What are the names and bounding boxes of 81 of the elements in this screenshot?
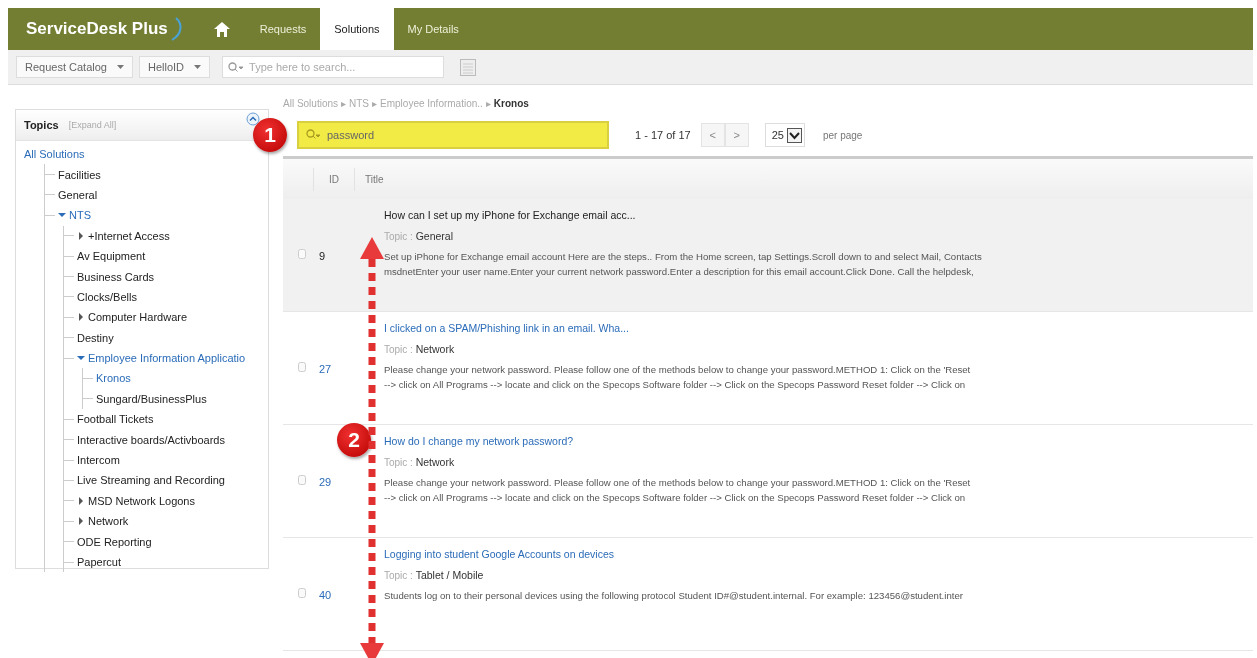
dropdown-button[interactable]: Request Catalog: [16, 56, 133, 78]
description-line: Set up iPhone for Exchange email account Here are the steps.. From the Home screen, tap Settings.Scroll down to and select Mail, Contacts: [384, 250, 982, 264]
tree-item[interactable]: Facilities: [58, 168, 101, 181]
tree-item[interactable]: ODE Reporting: [77, 535, 152, 548]
tree-item[interactable]: Network: [88, 515, 129, 528]
topic-value: General: [415, 230, 454, 242]
tree-item[interactable]: Interactive boards/Activboards: [77, 433, 225, 446]
breadcrumb-current: Kronos: [493, 97, 529, 109]
collapsed-icon[interactable]: [77, 496, 85, 505]
breadcrumb-separator: ▸: [341, 97, 347, 109]
expanded-icon[interactable]: [58, 211, 66, 220]
tree-item[interactable]: Computer Hardware: [88, 311, 188, 324]
per-page-select[interactable]: 25: [764, 123, 805, 147]
solution-id[interactable]: 9: [319, 250, 359, 311]
step-number-badge: 1: [253, 118, 287, 152]
column-header[interactable]: Title: [354, 167, 394, 191]
tree-item[interactable]: +Internet Access: [88, 229, 170, 242]
solution-id[interactable]: 40: [319, 589, 359, 650]
checkbox[interactable]: [297, 362, 307, 372]
tree-item[interactable]: Football Tickets: [77, 413, 154, 426]
panel-title: Topics: [24, 119, 59, 131]
topic-label: Topic :: [384, 344, 414, 355]
tree-item[interactable]: Sungard/BusinessPlus: [96, 392, 207, 405]
column-header[interactable]: ID: [313, 167, 354, 191]
tree-item[interactable]: Intercom: [77, 454, 120, 467]
breadcrumb-separator: ▸: [485, 97, 491, 109]
nav-tab[interactable]: My Details: [393, 8, 473, 50]
nav-tab[interactable]: Solutions: [320, 8, 394, 50]
topic-value: Tablet / Mobile: [415, 569, 484, 581]
checkbox[interactable]: [297, 249, 307, 259]
caret-icon: [116, 65, 124, 69]
topic-label: Topic :: [384, 457, 414, 468]
description-line: --> click on All Programs --> locate and click on the Specops Software folder --> Click on the Specops Password Reset folder --> Click on: [384, 378, 967, 392]
topic-label: Topic :: [384, 570, 414, 581]
tree-item[interactable]: General: [58, 188, 98, 201]
search-field[interactable]: Type here to search...: [222, 56, 445, 78]
caret-icon: [194, 65, 202, 69]
description-line: Please change your network password. Please follow one of the methods below to change your password.METHOD 1: Click on the 'Reset: [384, 363, 971, 377]
topic-value: Network: [415, 456, 455, 468]
checkbox[interactable]: [297, 475, 307, 485]
collapse-icon[interactable]: [246, 112, 260, 126]
solution-id[interactable]: 27: [319, 363, 359, 424]
solution-title-link[interactable]: How can I set up my iPhone for Exchange email acc...: [384, 209, 982, 221]
nav-tab[interactable]: Requests: [245, 8, 321, 50]
solution-id[interactable]: 29: [319, 476, 359, 537]
description-line: --> click on All Programs --> locate and click on the Specops Software folder --> Click on the Specops Password Reset folder --> Click on: [384, 491, 967, 505]
tree-item[interactable]: All Solutions: [24, 148, 85, 161]
previous-page-button[interactable]: <: [700, 123, 725, 147]
description-line: Please change your network password. Please follow one of the methods below to change your password.METHOD 1: Click on the 'Reset: [384, 476, 971, 490]
tree-item[interactable]: Live Streaming and Recording: [77, 474, 225, 487]
collapsed-icon[interactable]: [77, 517, 85, 526]
search-field[interactable]: password: [297, 121, 609, 149]
tree-item[interactable]: Clocks/Bells: [77, 290, 137, 303]
topic-value: Network: [415, 343, 455, 355]
solution-title-link[interactable]: How do I change my network password?: [384, 435, 971, 447]
expanded-icon[interactable]: [77, 354, 85, 363]
breadcrumb-separator: ▸: [372, 97, 378, 109]
tree-item[interactable]: NTS: [69, 209, 91, 222]
app-logo: ServiceDesk Plus: [8, 8, 198, 50]
description-line: Students log on to their personal devices using the following protocol Student ID#@student.internal. For example: 123456@student.inter: [384, 589, 963, 603]
per-page-label: per page: [822, 129, 863, 141]
next-page-button[interactable]: >: [724, 123, 749, 147]
checkbox[interactable]: [297, 588, 307, 598]
solution-title-link[interactable]: I clicked on a SPAM/Phishing link in an email. Wha...: [384, 322, 971, 334]
collapsed-icon[interactable]: [77, 313, 85, 322]
dropdown-button[interactable]: HelloID: [138, 56, 211, 78]
tree-item[interactable]: Employee Information Applicatio: [88, 352, 246, 365]
result-row[interactable]: [283, 199, 1253, 312]
page-range: 1 - 17 of 17: [635, 129, 691, 141]
description-line: msdnetEnter your user name.Enter your current network password.Enter a description for this email account.Click Done. Call the helpdesk,: [384, 265, 975, 279]
tree-item[interactable]: Papercut: [77, 556, 122, 568]
dropdown-icon: [786, 127, 802, 143]
tree-item[interactable]: Kronos: [96, 372, 131, 385]
tree-item[interactable]: Av Equipment: [77, 250, 146, 263]
solution-title-link[interactable]: Logging into student Google Accounts on devices: [384, 548, 963, 560]
topic-label: Topic :: [384, 231, 414, 242]
tree-item[interactable]: MSD Network Logons: [88, 494, 195, 507]
collapsed-icon[interactable]: [77, 231, 85, 240]
tree-item[interactable]: Destiny: [77, 331, 114, 344]
step-number-badge: 2: [337, 423, 371, 457]
tree-item[interactable]: Business Cards: [77, 270, 155, 283]
